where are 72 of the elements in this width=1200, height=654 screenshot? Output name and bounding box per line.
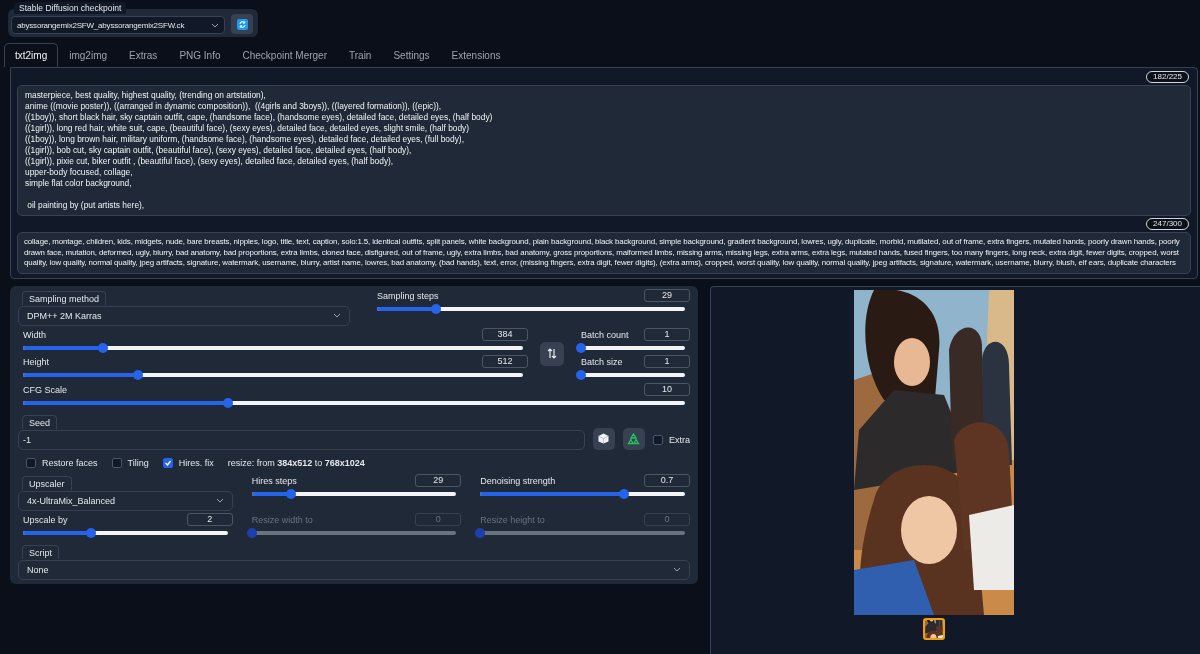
tab[interactable]: img2img — [58, 43, 119, 67]
tab[interactable]: Train — [338, 43, 383, 67]
resize-note: resize: from 384x512 to 768x1024 — [227, 457, 365, 468]
slider-label: Resize width to — [250, 513, 314, 526]
field-label: Sampling method — [22, 290, 107, 305]
dice-icon — [598, 433, 610, 444]
tab[interactable]: PNG Info — [168, 43, 232, 67]
slider-label: Batch count — [580, 328, 630, 341]
slider-handle[interactable] — [98, 342, 108, 353]
slider-handle[interactable] — [223, 397, 234, 408]
dropdown[interactable]: None — [18, 559, 690, 580]
slider-label: Resize height to — [479, 513, 546, 526]
tab[interactable]: Extras — [118, 43, 169, 67]
dropdown[interactable]: DPM++ 2M Karras — [18, 305, 350, 326]
chevron-down-icon — [673, 567, 681, 572]
slider-label: Sampling steps — [376, 289, 440, 302]
number-field[interactable]: 1 — [644, 327, 690, 341]
slider-label: Denoising strength — [479, 474, 557, 487]
token-counter: 182/225 — [1146, 71, 1189, 83]
number-field[interactable]: 384 — [482, 327, 528, 341]
reuse-seed-button[interactable] — [623, 427, 645, 450]
chevron-down-icon — [211, 22, 219, 28]
checkbox[interactable] — [653, 434, 663, 445]
slider-handle[interactable] — [85, 527, 96, 538]
random-seed-button[interactable] — [593, 427, 615, 450]
prompt-field[interactable]: masterpiece, best quality, highest quality, (trending on artstation), anime ((movie poster)), ((arranged in dynamic composition)), ((4girls and 3boys)), ((layered formation)), ((epic)), ((1boy)), short black hair, sky captain outfit, cape, (handsome face), (handsome eyes), detailed face, detailed eyes, (half body) ((1girl)), long red hair, white suit, cape, (beautiful face), (sexy eyes), detailed face, detailed eyes, slight smile, (half body) ((1boy)), long brown hair, military uniform, (handsome face), (handsome eyes), detailed face, detailed eyes, (full body), ((1girl)), bob cut, sky captain outfit, (beautiful face), (sexy eyes), detailed face, detailed eyes, (half body), ((1girl)), pixie cut, biker outfit , (beautiful face), (sexy eyes), detailed face, detailed eyes, (half body), upper-body focused, collage, simple flat color background, oil painting by (put artists here), — [17, 85, 1191, 216]
number-field[interactable]: 29 — [644, 288, 690, 302]
field-label: Script — [22, 544, 59, 559]
seed-field[interactable]: -1 — [18, 429, 585, 450]
thumbnail[interactable] — [922, 617, 945, 640]
field-label: Seed — [22, 414, 58, 429]
field-label: Stable Diffusion checkpoint — [14, 2, 127, 14]
checkbox-label: Tiling — [127, 457, 149, 468]
slider-handle[interactable] — [576, 342, 586, 353]
field-label: Upscaler — [22, 475, 72, 490]
slider-handle[interactable] — [576, 369, 586, 380]
swap-button[interactable] — [540, 341, 564, 366]
checkbox[interactable] — [111, 457, 122, 468]
tab[interactable]: Extensions — [440, 43, 512, 67]
slider-label: Hires steps — [250, 474, 298, 487]
number-field[interactable]: 2 — [186, 512, 233, 526]
slider-label: Upscale by — [22, 513, 69, 526]
dropdown[interactable]: 4x-UltraMix_Balanced — [18, 490, 233, 511]
checkbox[interactable] — [162, 457, 173, 468]
swap-arrows-icon — [547, 348, 557, 359]
slider-handle[interactable] — [618, 488, 629, 499]
number-field[interactable]: 0.7 — [644, 473, 690, 487]
checkbox-label: Extra — [669, 434, 690, 445]
slider-handle[interactable] — [133, 369, 143, 380]
recycle-icon — [627, 432, 641, 445]
slider-label: CFG Scale — [22, 383, 68, 396]
slider-label: Height — [22, 355, 50, 368]
slider-handle[interactable] — [430, 303, 441, 314]
number-field[interactable]: 1 — [644, 354, 690, 368]
checkbox-label: Hires. fix — [178, 457, 214, 468]
checkbox[interactable] — [26, 457, 36, 468]
chevron-down-icon — [215, 498, 224, 503]
number-field[interactable]: 29 — [415, 473, 462, 487]
refresh-button[interactable] — [231, 14, 253, 34]
tab[interactable]: Checkpoint Merger — [231, 43, 338, 67]
number-field[interactable]: 512 — [482, 354, 528, 368]
dropdown[interactable]: abyssorangemix2SFW_abyssorangemix2SFW.ck — [11, 16, 225, 34]
number-field[interactable]: 10 — [644, 382, 690, 396]
token-counter: 247/300 — [1146, 218, 1189, 230]
tab[interactable]: Settings — [382, 43, 441, 67]
refresh-icon — [236, 18, 248, 30]
checkbox-label: Restore faces — [42, 457, 98, 468]
slider-handle[interactable] — [285, 488, 296, 499]
slider-label: Batch size — [580, 355, 624, 368]
slider-label: Width — [22, 328, 47, 341]
chevron-down-icon — [333, 313, 341, 318]
tab[interactable]: txt2img — [4, 43, 59, 67]
